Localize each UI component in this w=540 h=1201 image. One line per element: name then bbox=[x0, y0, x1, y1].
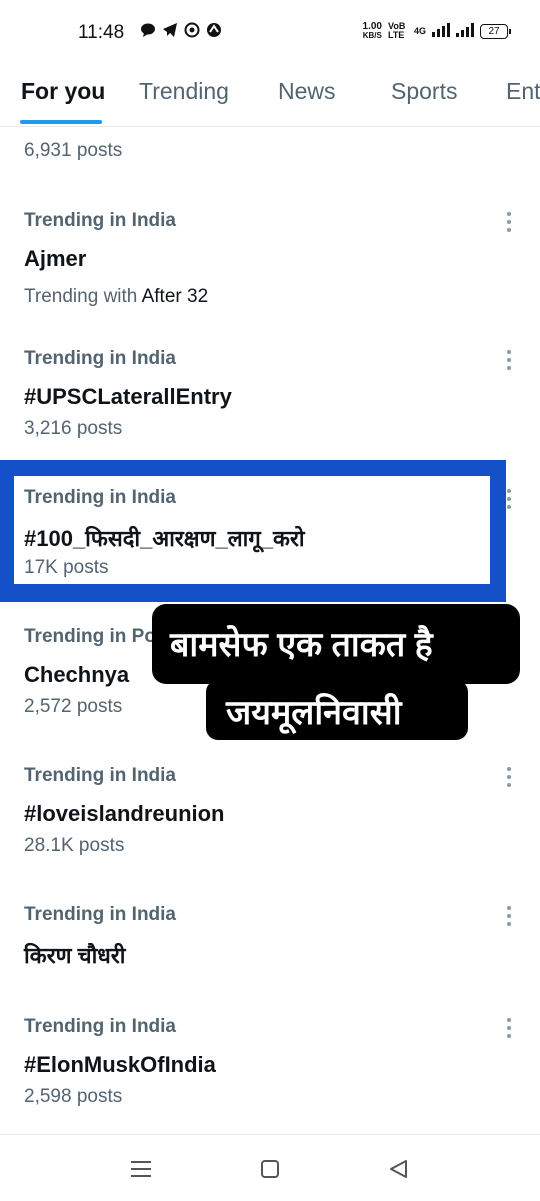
trend-name: #100_फिसदी_आरक्षण_लागू_करो bbox=[24, 526, 305, 551]
whatsapp-icon bbox=[184, 22, 200, 38]
tab-entertainment[interactable]: Ent bbox=[506, 78, 540, 105]
trend-context: Trending in Po bbox=[24, 626, 156, 647]
explore-tabs: For you Trending News Sports Ent bbox=[0, 66, 540, 127]
overlay-banner-line2: जयमूलनिवासी bbox=[206, 680, 468, 740]
previous-trend-post-count: 6,931 posts bbox=[24, 140, 123, 161]
tab-trending[interactable]: Trending bbox=[139, 78, 229, 105]
trend-meta: Trending with After 32 bbox=[24, 286, 208, 308]
speed-value: 1.00 bbox=[362, 21, 382, 32]
trend-meta: 28.1K posts bbox=[24, 835, 125, 856]
trend-name: Ajmer bbox=[24, 246, 87, 271]
overlay-banner-line1: बामसेफ एक ताकत है bbox=[152, 604, 520, 684]
overlay-text-line2: जयमूलनिवासी bbox=[226, 694, 402, 732]
trend-name: Chechnya bbox=[24, 662, 130, 687]
signal-icon-2 bbox=[456, 23, 474, 39]
battery-indicator: 27 bbox=[480, 23, 511, 39]
trend-meta-highlight: After 32 bbox=[141, 286, 209, 307]
telegram-icon bbox=[162, 22, 178, 38]
status-notification-icons bbox=[140, 22, 222, 38]
trend-meta: 3,216 posts bbox=[24, 418, 123, 439]
trend-context: Trending in India bbox=[24, 1016, 176, 1037]
tab-for-you[interactable]: For you bbox=[21, 78, 105, 105]
more-options-icon[interactable] bbox=[506, 906, 512, 926]
tab-sports[interactable]: Sports bbox=[391, 78, 457, 105]
active-tab-indicator bbox=[20, 120, 102, 124]
chat-bubble-icon bbox=[140, 22, 156, 38]
trend-context: Trending in India bbox=[24, 348, 176, 369]
home-icon[interactable] bbox=[260, 1159, 280, 1184]
trend-context: Trending in India bbox=[24, 765, 176, 786]
network-type: 4G bbox=[413, 26, 426, 36]
trend-context: Trending in India bbox=[24, 904, 176, 925]
app-notification-icon bbox=[206, 22, 222, 38]
trend-name: किरण चौधरी bbox=[24, 943, 126, 968]
more-options-icon[interactable] bbox=[506, 350, 512, 370]
status-bar: 11:48 1.00 KB/S VoB LTE 4G 27 bbox=[0, 0, 540, 66]
trend-meta: 17K posts bbox=[24, 557, 109, 578]
volte-label: VoB LTE bbox=[387, 21, 406, 40]
more-options-icon[interactable] bbox=[506, 1018, 512, 1038]
trend-name: #loveislandreunion bbox=[24, 801, 225, 826]
more-options-icon[interactable] bbox=[506, 767, 512, 787]
trend-name: #UPSCLaterallEntry bbox=[24, 384, 232, 409]
overlay-text-line1: बामसेफ एक ताकत है bbox=[170, 626, 433, 664]
trend-context: Trending in India bbox=[24, 487, 176, 508]
tab-news[interactable]: News bbox=[278, 78, 336, 105]
speed-unit: KB/S bbox=[362, 31, 382, 40]
menu-icon[interactable] bbox=[131, 1159, 151, 1184]
trend-meta: 2,598 posts bbox=[24, 1086, 123, 1107]
more-options-icon[interactable] bbox=[506, 489, 512, 509]
back-icon[interactable] bbox=[388, 1159, 408, 1184]
network-speed: 1.00 KB/S bbox=[362, 21, 382, 41]
more-options-icon[interactable] bbox=[506, 212, 512, 232]
status-time: 11:48 bbox=[78, 22, 125, 43]
status-indicators: 1.00 KB/S VoB LTE 4G 27 bbox=[362, 21, 511, 41]
system-navigation-bar bbox=[0, 1134, 540, 1201]
trend-meta-prefix: Trending with bbox=[24, 286, 142, 307]
trend-meta: 2,572 posts bbox=[24, 696, 123, 717]
trend-name: #ElonMuskOfIndia bbox=[24, 1052, 216, 1077]
signal-icon bbox=[432, 23, 450, 39]
trend-context: Trending in India bbox=[24, 210, 176, 231]
